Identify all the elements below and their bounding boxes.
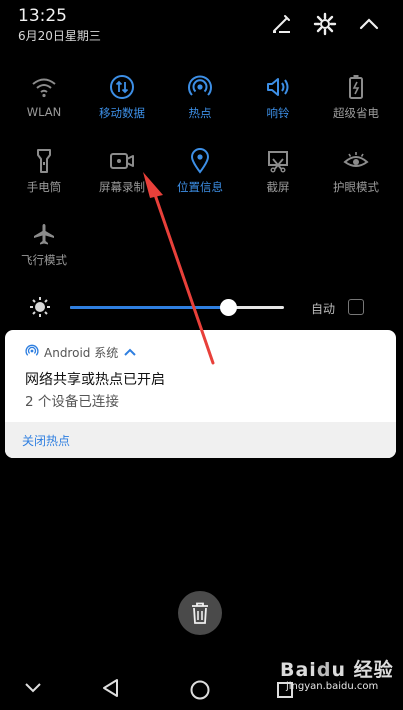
- clear-notifications-button[interactable]: [178, 591, 222, 635]
- nav-back-icon[interactable]: [101, 678, 121, 702]
- nav-down-icon[interactable]: [24, 680, 42, 699]
- trash-icon: [192, 602, 208, 624]
- nav-home-icon[interactable]: [189, 679, 211, 705]
- baidu-jingyan-watermark: Baidu 经验 jingyan.baidu.com: [280, 659, 394, 692]
